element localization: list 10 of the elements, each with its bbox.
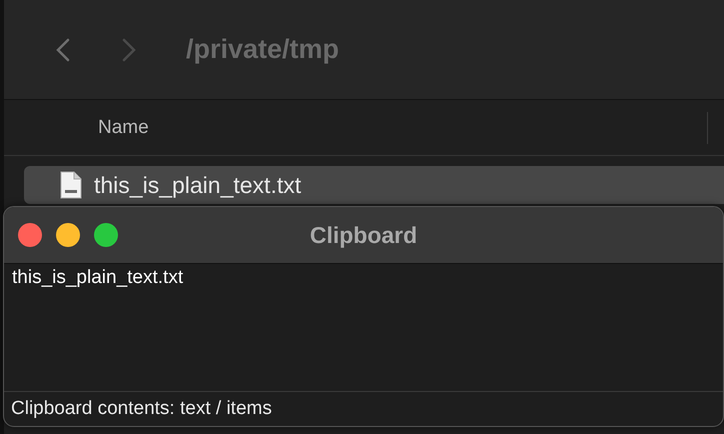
- status-text: Clipboard contents: text / items: [11, 398, 272, 420]
- close-button[interactable]: [18, 223, 42, 247]
- clipboard-text: this_is_plain_text.txt: [12, 267, 184, 288]
- minimize-button[interactable]: [56, 223, 80, 247]
- window-title: Clipboard: [310, 222, 418, 248]
- file-row[interactable]: this_is_plain_text.txt: [24, 166, 724, 204]
- column-header[interactable]: Name: [98, 116, 149, 138]
- folder-path: /private/tmp: [186, 34, 340, 65]
- text-file-icon: [60, 171, 82, 199]
- zoom-button[interactable]: [94, 223, 118, 247]
